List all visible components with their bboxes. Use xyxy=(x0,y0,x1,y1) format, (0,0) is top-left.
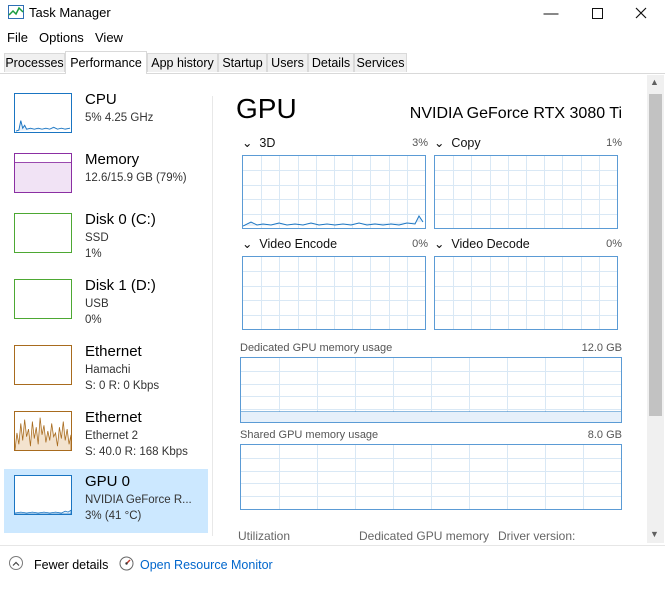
window-title: Task Manager xyxy=(29,5,111,20)
scroll-down-arrow-icon[interactable]: ▼ xyxy=(650,529,659,539)
graph-video-decode-value: 0% xyxy=(606,238,622,250)
graph-3d-plot xyxy=(243,156,425,228)
close-button[interactable] xyxy=(618,0,664,26)
sidebar-item-detail: NVIDIA GeForce R... xyxy=(85,494,192,506)
graph-dedicated-memory xyxy=(240,357,622,423)
memory-thumbnail xyxy=(14,153,72,193)
graph-copy-value: 1% xyxy=(606,137,622,149)
dedicated-memory-plot xyxy=(241,358,621,422)
ethernet-2-thumbnail xyxy=(14,411,72,451)
graph-grid xyxy=(243,156,425,228)
menu-bar: File Options View xyxy=(0,27,665,47)
sidebar-item-disk-1[interactable]: Disk 1 (D:) USB 0% xyxy=(4,273,208,337)
sidebar-item-gpu-0[interactable]: GPU 0 NVIDIA GeForce R... 3% (41 °C) xyxy=(4,469,208,533)
graph-grid xyxy=(243,257,425,329)
sidebar-item-title: Ethernet xyxy=(85,409,142,426)
sidebar-item-ethernet-2[interactable]: Ethernet Ethernet 2 S: 40.0 R: 168 Kbps xyxy=(4,405,208,469)
sidebar-item-title: Memory xyxy=(85,151,140,168)
sidebar-item-disk-0[interactable]: Disk 0 (C:) SSD 1% xyxy=(4,207,208,271)
shared-memory-value: 8.0 GB xyxy=(587,429,622,441)
minimize-button[interactable]: — xyxy=(528,0,574,26)
menu-file[interactable]: File xyxy=(7,30,28,45)
tab-strip: Processes Performance App history Startu… xyxy=(0,51,665,74)
graph-grid xyxy=(435,257,617,329)
close-icon xyxy=(635,7,647,19)
ethernet-hamachi-thumbnail xyxy=(14,345,72,385)
graph-copy-label[interactable]: ⌄ Copy xyxy=(434,135,481,150)
tab-users[interactable]: Users xyxy=(267,53,308,72)
task-manager-icon xyxy=(8,5,24,19)
sidebar-item-detail: Hamachi xyxy=(85,364,131,376)
gpu-model-name: NVIDIA GeForce RTX 3080 Ti xyxy=(409,105,622,122)
tab-services[interactable]: Services xyxy=(354,53,407,72)
maximize-icon xyxy=(591,7,603,19)
graph-3d-value: 3% xyxy=(412,137,428,149)
graph-video-decode xyxy=(434,256,618,330)
sidebar-item-memory[interactable]: Memory 12.6/15.9 GB (79%) xyxy=(4,147,208,211)
sidebar-item-detail: 5% 4.25 GHz xyxy=(85,112,154,124)
chevron-up-icon xyxy=(12,561,20,566)
scrollbar-thumb[interactable] xyxy=(649,94,662,416)
menu-view[interactable]: View xyxy=(95,30,123,45)
graph-grid xyxy=(241,445,621,509)
resource-monitor-icon[interactable] xyxy=(119,556,134,571)
sidebar-item-value: S: 40.0 R: 168 Kbps xyxy=(85,446,188,458)
page-title: GPU xyxy=(236,93,297,124)
graph-video-decode-label[interactable]: ⌄ Video Decode xyxy=(434,236,530,251)
sidebar-item-value: S: 0 R: 0 Kbps xyxy=(85,380,160,392)
sidebar-item-title: Ethernet xyxy=(85,343,142,360)
shared-memory-label: Shared GPU memory usage xyxy=(240,429,379,441)
sidebar-item-value: 1% xyxy=(85,248,102,260)
sidebar-item-detail: Ethernet 2 xyxy=(85,430,139,442)
fewer-details-button[interactable]: Fewer details xyxy=(34,558,108,572)
tab-app-history[interactable]: App history xyxy=(147,53,218,72)
tab-details[interactable]: Details xyxy=(308,53,354,72)
open-resource-monitor-link[interactable]: Open Resource Monitor xyxy=(140,558,273,572)
sidebar-item-title: CPU xyxy=(85,91,117,108)
menu-options[interactable]: Options xyxy=(39,30,84,45)
sidebar-item-title: GPU 0 xyxy=(85,473,131,490)
minimize-icon: — xyxy=(543,4,559,22)
disk-0-thumbnail xyxy=(14,213,72,253)
sidebar-item-value: 0% xyxy=(85,314,102,326)
graph-copy xyxy=(434,155,618,229)
graph-shared-memory xyxy=(240,444,622,510)
gpu-thumbnail xyxy=(14,475,72,515)
graph-video-encode-label[interactable]: ⌄ Video Encode xyxy=(242,236,337,251)
graph-video-encode xyxy=(242,256,426,330)
tab-performance[interactable]: Performance xyxy=(65,51,147,74)
sidebar-item-title: Disk 0 (C:) xyxy=(85,211,156,228)
stat-dedicated-memory-label: Dedicated GPU memory xyxy=(359,529,490,543)
tab-startup[interactable]: Startup xyxy=(218,53,267,72)
dedicated-memory-label: Dedicated GPU memory usage xyxy=(240,342,393,354)
maximize-button[interactable] xyxy=(574,0,620,26)
graph-video-encode-plot xyxy=(243,257,425,329)
stat-utilization-label: Utilization xyxy=(238,529,291,543)
fewer-details-icon[interactable] xyxy=(9,556,23,570)
dedicated-memory-value: 12.0 GB xyxy=(581,342,622,354)
shared-memory-plot xyxy=(241,445,621,509)
performance-sidebar: CPU 5% 4.25 GHz Memory 12.6/15.9 GB (79%… xyxy=(0,73,212,543)
tab-processes[interactable]: Processes xyxy=(4,53,65,72)
sidebar-item-ethernet-hamachi[interactable]: Ethernet Hamachi S: 0 R: 0 Kbps xyxy=(4,339,208,403)
scroll-up-arrow-icon[interactable]: ▲ xyxy=(650,77,659,87)
sidebar-item-detail: SSD xyxy=(85,232,109,244)
sidebar-item-detail: 12.6/15.9 GB (79%) xyxy=(85,172,187,184)
sidebar-item-value: 3% (41 °C) xyxy=(85,510,142,522)
graph-video-decode-plot xyxy=(435,257,617,329)
graph-3d xyxy=(242,155,426,229)
graph-3d-label[interactable]: ⌄ 3D xyxy=(242,135,275,150)
sidebar-item-title: Disk 1 (D:) xyxy=(85,277,156,294)
footer-bar: Fewer details Open Resource Monitor xyxy=(0,545,665,593)
graph-video-encode-value: 0% xyxy=(412,238,428,250)
sidebar-divider xyxy=(212,96,213,536)
stat-driver-version-label: Driver version: xyxy=(498,529,576,543)
sidebar-item-cpu[interactable]: CPU 5% 4.25 GHz xyxy=(4,87,208,151)
cpu-thumbnail xyxy=(14,93,72,133)
sidebar-item-detail: USB xyxy=(85,298,109,310)
graph-copy-plot xyxy=(435,156,617,228)
disk-1-thumbnail xyxy=(14,279,72,319)
graph-grid xyxy=(435,156,617,228)
title-bar: Task Manager — xyxy=(0,0,665,26)
